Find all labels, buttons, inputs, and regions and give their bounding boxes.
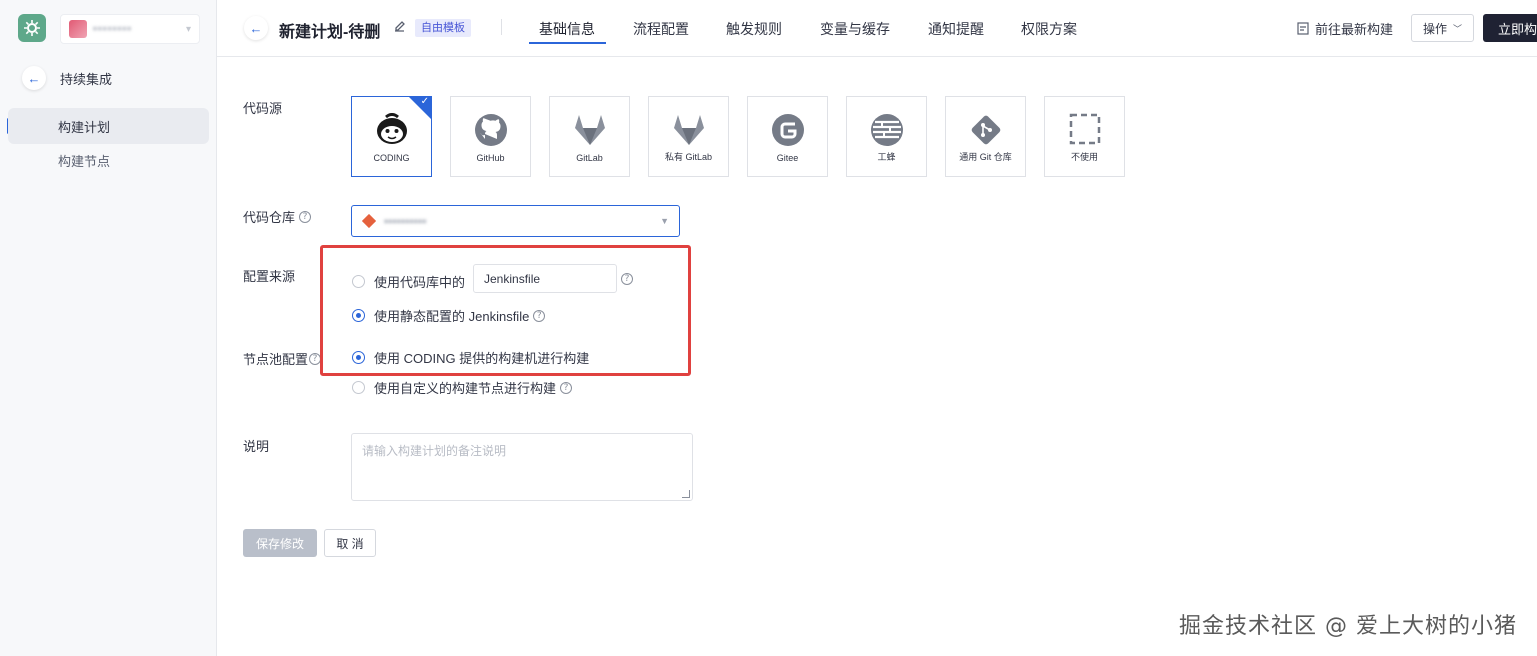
source-card-label: GitHub xyxy=(476,153,505,163)
divider xyxy=(501,19,502,35)
project-name: ▪▪▪▪▪▪▪▪ xyxy=(93,23,133,35)
watermark: 掘金技术社区 @ 爱上大树的小猪 xyxy=(1179,614,1517,639)
dashed-square-icon xyxy=(1069,113,1100,145)
source-card-label: Gitee xyxy=(776,153,799,163)
git-icon xyxy=(971,115,1000,145)
source-card-label: 工蜂 xyxy=(877,152,896,162)
source-card-coding[interactable]: CODING ✓ xyxy=(351,96,432,177)
operations-label: 操作 xyxy=(1422,21,1447,36)
source-card-gitee[interactable]: Gitee xyxy=(747,96,828,177)
node-pool-label: 节点池配置 ? xyxy=(243,349,322,368)
source-card-label: CODING xyxy=(373,153,410,163)
help-icon[interactable]: ? xyxy=(560,381,573,394)
description-textarea[interactable]: 请输入构建计划的备注说明 xyxy=(351,433,693,501)
help-icon[interactable]: ? xyxy=(299,210,312,223)
github-icon xyxy=(474,114,507,146)
node-option-custom[interactable]: 使用自定义的构建节点进行构建 ? xyxy=(352,378,573,397)
node-option-custom-label: 使用自定义的构建节点进行构建 xyxy=(374,381,557,396)
description-label: 说明 xyxy=(243,439,270,454)
tab-basic-info[interactable]: 基础信息 xyxy=(539,19,595,39)
source-card-label: 私有 GitLab xyxy=(664,152,713,162)
chevron-down-icon: ﹀ xyxy=(1453,23,1463,34)
description-placeholder: 请输入构建计划的备注说明 xyxy=(362,444,507,458)
back-to-ci[interactable]: ← 持续集成 xyxy=(22,66,112,90)
code-source-label: 代码源 xyxy=(243,101,283,116)
active-tab-underline xyxy=(529,42,606,44)
private-gitlab-icon xyxy=(673,115,704,145)
code-repo-select[interactable]: ▪▪▪▪▪▪▪▪▪▪ ▼ xyxy=(351,205,680,237)
goto-latest-build-link[interactable]: 前往最新构建 xyxy=(1297,19,1393,38)
sidebar-item-build-plans[interactable]: 构建计划 xyxy=(8,108,209,144)
cancel-button[interactable]: 取 消 xyxy=(324,529,376,557)
source-card-gitlab[interactable]: GitLab xyxy=(549,96,630,177)
gitlab-icon xyxy=(574,115,605,145)
source-card-label: 不使用 xyxy=(1070,152,1098,162)
project-avatar xyxy=(69,20,87,38)
page-header: ← 新建计划-待删 自由模板 基础信息 流程配置 触发规则 变量与缓存 通知提醒… xyxy=(217,0,1537,57)
gongfeng-icon xyxy=(870,114,903,146)
run-build-label: 立即构建 xyxy=(1498,21,1537,37)
radio-node-custom[interactable] xyxy=(352,381,365,394)
gitee-icon xyxy=(771,114,804,146)
config-source-label: 配置来源 xyxy=(243,269,296,284)
template-tag: 自由模板 xyxy=(415,19,471,37)
arrow-left-icon[interactable]: ← xyxy=(22,66,46,90)
source-card-label: GitLab xyxy=(576,153,603,163)
caret-down-icon: ▼ xyxy=(660,216,669,226)
source-card-label: 通用 Git 仓库 xyxy=(959,152,1012,162)
code-repo-label-text: 代码仓库 xyxy=(243,210,296,225)
back-label: 持续集成 xyxy=(60,71,113,87)
page-title: 新建计划-待删 xyxy=(279,24,381,41)
checkmark-icon: ✓ xyxy=(420,96,429,107)
tab-variables-cache[interactable]: 变量与缓存 xyxy=(820,19,890,39)
save-button[interactable]: 保存修改 xyxy=(243,529,317,557)
source-card-github[interactable]: GitHub xyxy=(450,96,531,177)
tab-notifications[interactable]: 通知提醒 xyxy=(928,19,984,39)
sidebar-item-build-nodes[interactable]: 构建节点 xyxy=(8,142,209,178)
code-repo-value: ▪▪▪▪▪▪▪▪▪▪ xyxy=(384,214,427,228)
node-pool-label-text: 节点池配置 xyxy=(243,352,309,367)
sidebar: ▪▪▪▪▪▪▪▪ ▾ ← 持续集成 构建计划 构建节点 xyxy=(0,0,217,656)
coding-monkey-icon xyxy=(376,113,407,144)
tab-permissions[interactable]: 权限方案 xyxy=(1021,19,1077,39)
project-switcher[interactable]: ▪▪▪▪▪▪▪▪ ▾ xyxy=(60,14,200,44)
source-card-gongfeng[interactable]: 工蜂 xyxy=(846,96,927,177)
operations-dropdown[interactable]: 操作 ﹀ xyxy=(1411,14,1474,42)
source-card-private-gitlab[interactable]: 私有 GitLab xyxy=(648,96,729,177)
coding-repo-icon xyxy=(362,214,376,228)
code-repo-label: 代码仓库 ? xyxy=(243,207,312,226)
document-icon xyxy=(1297,22,1309,35)
source-card-generic-git[interactable]: 通用 Git 仓库 xyxy=(945,96,1026,177)
resize-handle-icon[interactable] xyxy=(682,490,690,498)
goto-latest-label: 前往最新构建 xyxy=(1315,22,1394,37)
source-card-none[interactable]: 不使用 xyxy=(1044,96,1125,177)
tab-pipeline[interactable]: 流程配置 xyxy=(633,19,689,39)
tab-triggers[interactable]: 触发规则 xyxy=(726,19,782,39)
edit-icon[interactable] xyxy=(393,20,406,36)
chevron-down-icon: ▾ xyxy=(185,23,191,35)
run-build-button[interactable]: 立即构建 xyxy=(1483,14,1537,42)
app-logo-icon[interactable] xyxy=(18,14,46,42)
back-arrow-icon[interactable]: ← xyxy=(244,16,268,40)
highlight-annotation-box xyxy=(320,245,691,376)
